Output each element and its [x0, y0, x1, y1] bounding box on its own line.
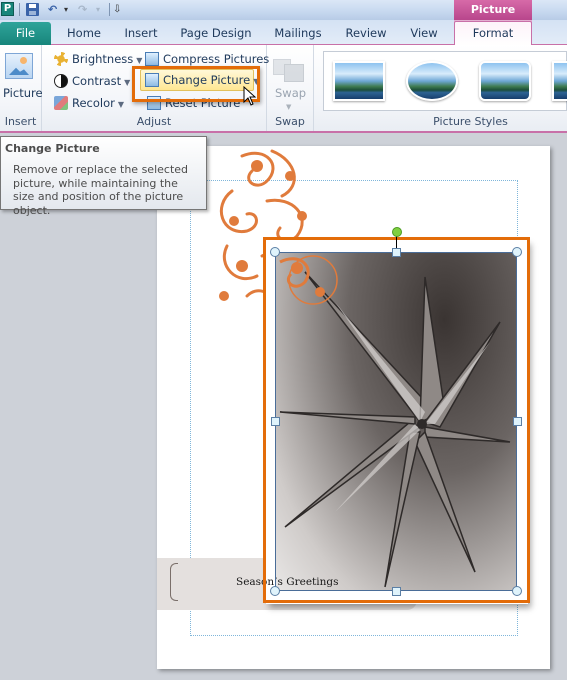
- bracket-left: [170, 563, 178, 601]
- redo-icon[interactable]: ↷: [78, 2, 87, 17]
- picture-style-thumb-rounded[interactable]: [479, 61, 531, 101]
- change-picture-label: Change Picture: [163, 73, 251, 87]
- contrast-label: Contrast: [72, 74, 122, 88]
- adjust-group: Brightness ▼ Contrast ▼ Recolor ▼ Compress …: [42, 45, 269, 131]
- save-icon[interactable]: [26, 3, 39, 16]
- rotate-handle[interactable]: [392, 227, 402, 237]
- tab-home[interactable]: Home: [62, 22, 106, 45]
- compress-pictures-icon: [145, 52, 159, 66]
- tab-review[interactable]: Review: [340, 22, 392, 45]
- swap-group-label: Swap: [275, 115, 305, 128]
- brightness-label: Brightness: [72, 52, 134, 66]
- chevron-down-icon: ▼: [136, 56, 143, 65]
- greeting-text[interactable]: Season’s Greetings: [236, 576, 339, 588]
- resize-handle-top-right[interactable]: [512, 247, 522, 257]
- recolor-button[interactable]: Recolor ▼: [54, 93, 124, 113]
- customize-qat-icon[interactable]: ⇩: [113, 2, 121, 17]
- recolor-label: Recolor: [72, 96, 115, 110]
- ribbon-tab-row: File Home Insert Page Design Mailings Re…: [0, 20, 567, 46]
- reset-picture-button[interactable]: Reset Picture: [147, 93, 240, 113]
- ribbon: Picture Insert Brightness ▼ Contrast ▼ Rec…: [0, 45, 567, 133]
- swap-group: Swap ▼ Swap: [267, 45, 314, 131]
- tab-format[interactable]: Format: [454, 21, 532, 46]
- tab-page-design[interactable]: Page Design: [176, 22, 256, 45]
- picture-style-thumb[interactable]: [552, 61, 567, 101]
- tab-file[interactable]: File: [0, 22, 51, 45]
- chevron-down-icon: ▼: [117, 100, 125, 109]
- adjust-group-label: Adjust: [136, 115, 172, 128]
- reset-picture-label: Reset Picture: [165, 96, 241, 110]
- tab-insert[interactable]: Insert: [118, 22, 164, 45]
- picture-icon[interactable]: [5, 53, 33, 79]
- insert-picture-button[interactable]: Picture: [3, 83, 43, 103]
- undo-dropdown-icon[interactable]: ▾: [64, 2, 68, 17]
- mouse-pointer-icon: [243, 86, 257, 106]
- tab-mailings[interactable]: Mailings: [268, 22, 328, 45]
- tooltip-body: Remove or replace the selected picture, …: [13, 163, 189, 217]
- resize-handle-bottom[interactable]: [392, 587, 401, 596]
- chevron-down-icon: ▼: [124, 78, 131, 87]
- resize-handle-bottom-right[interactable]: [512, 586, 522, 596]
- picture-style-thumb-oval[interactable]: [406, 61, 458, 101]
- resize-handle-right[interactable]: [513, 417, 522, 426]
- picture-styles-group-label: Picture Styles: [433, 115, 508, 128]
- picture-tools-context-label: Picture Tools: [454, 0, 532, 35]
- redo-dropdown-icon[interactable]: ▾: [96, 2, 100, 17]
- picture-styles-group: Picture Styles: [314, 45, 567, 131]
- reset-picture-icon: [147, 96, 161, 110]
- change-picture-tooltip: Change Picture Remove or replace the sel…: [0, 136, 207, 217]
- undo-icon[interactable]: ↶: [48, 2, 57, 17]
- swap-icon: [273, 53, 305, 83]
- recolor-icon: [54, 96, 68, 110]
- change-picture-button[interactable]: Change Picture ▼: [140, 69, 259, 91]
- contrast-icon: [54, 74, 68, 88]
- tab-view[interactable]: View: [404, 22, 444, 45]
- resize-handle-top[interactable]: [392, 248, 401, 257]
- picture-style-thumb[interactable]: [333, 61, 385, 101]
- qat-separator: [19, 3, 20, 16]
- flourish-overlap: [279, 255, 338, 305]
- tooltip-title: Change Picture: [5, 142, 100, 155]
- resize-handle-left[interactable]: [271, 417, 280, 426]
- publisher-app-icon[interactable]: P: [1, 2, 14, 16]
- contrast-button[interactable]: Contrast ▼: [54, 71, 130, 91]
- compress-pictures-label: Compress Pictures: [163, 52, 270, 66]
- qat-separator: [109, 3, 110, 16]
- picture-styles-gallery: [323, 51, 567, 111]
- title-bar: P ↶ ▾ ↷ ▾ ⇩ Picture Tools: [0, 0, 567, 35]
- chevron-down-icon: ▼: [286, 103, 292, 111]
- compress-pictures-button[interactable]: Compress Pictures: [145, 49, 269, 69]
- brightness-icon: [54, 52, 68, 66]
- insert-group-label: Insert: [4, 115, 37, 128]
- chevron-down-icon: ▼: [253, 77, 260, 86]
- brightness-button[interactable]: Brightness ▼: [54, 49, 142, 69]
- resize-handle-bottom-left[interactable]: [270, 586, 280, 596]
- resize-handle-top-left[interactable]: [270, 247, 280, 257]
- insert-group: Picture Insert: [0, 45, 43, 131]
- change-picture-icon: [145, 73, 159, 87]
